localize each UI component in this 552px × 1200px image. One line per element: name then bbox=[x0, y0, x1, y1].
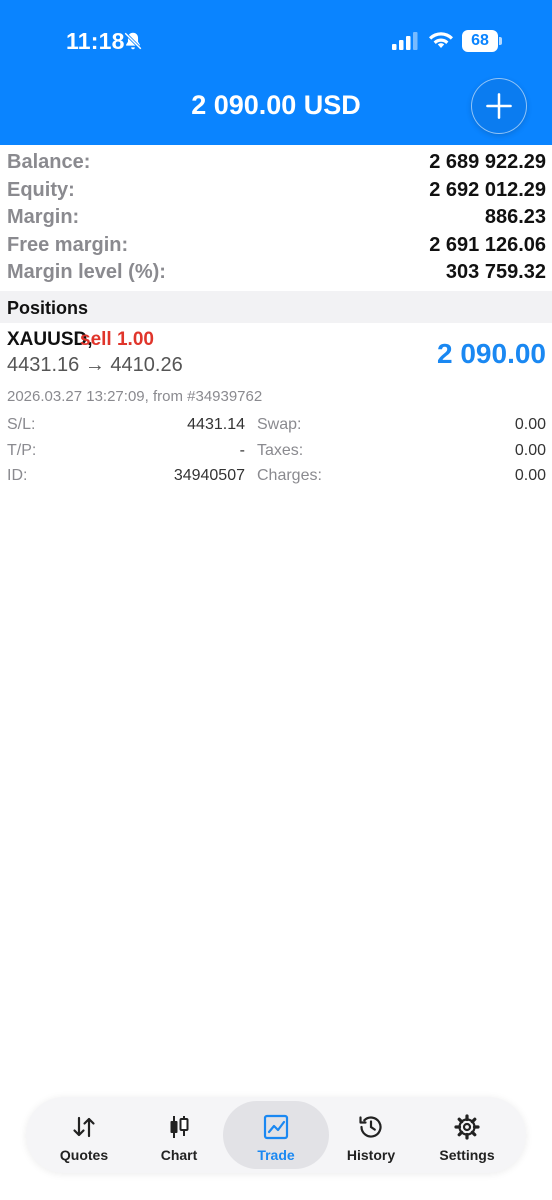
tab-quotes[interactable]: Quotes bbox=[34, 1101, 134, 1169]
balance-value: 2 689 922.29 bbox=[429, 151, 546, 173]
swap-value: 0.00 bbox=[514, 416, 546, 433]
plus-icon bbox=[486, 93, 512, 119]
tp-label: T/P: bbox=[7, 442, 37, 459]
margin-level-label: Margin level (%): bbox=[7, 261, 166, 283]
tab-history[interactable]: History bbox=[321, 1101, 421, 1169]
position-side: sell 1.00 bbox=[80, 329, 154, 350]
id-value: 34940507 bbox=[173, 467, 245, 484]
tab-quotes-label: Quotes bbox=[59, 1147, 109, 1163]
tab-chart[interactable]: Chart bbox=[129, 1101, 229, 1169]
free-margin-label: Free margin: bbox=[7, 233, 129, 256]
new-order-button[interactable] bbox=[471, 78, 527, 134]
account-summary: Balance: 2 689 922.29 Equity: 2 692 012.… bbox=[0, 149, 552, 287]
summary-row-margin: Margin: 886.23 bbox=[0, 204, 552, 232]
history-clock-icon bbox=[359, 1116, 382, 1138]
signal-icon bbox=[392, 32, 418, 50]
summary-row-equity: Equity: 2 692 012.29 bbox=[0, 177, 552, 205]
summary-row-free-margin: Free margin: 2 691 126.06 bbox=[0, 232, 552, 260]
tab-chart-label: Chart bbox=[160, 1147, 198, 1163]
taxes-label: Taxes: bbox=[257, 442, 304, 459]
battery-level: 68 bbox=[462, 30, 498, 52]
wifi-icon bbox=[429, 32, 453, 48]
trend-chart-icon bbox=[263, 1114, 289, 1140]
taxes-value: 0.00 bbox=[514, 442, 546, 459]
margin-level-value: 303 759.32 bbox=[445, 261, 546, 283]
tab-settings[interactable]: Settings bbox=[417, 1101, 517, 1169]
positions-section-header: Positions bbox=[0, 291, 552, 323]
margin-value: 886.23 bbox=[484, 206, 546, 228]
position-profit: 2 090.00 bbox=[437, 338, 546, 369]
status-time: 11:18 bbox=[66, 28, 125, 54]
candlestick-icon bbox=[170, 1116, 189, 1138]
charges-label: Charges: bbox=[257, 467, 322, 484]
tab-history-label: History bbox=[346, 1147, 396, 1163]
bottom-tab-bar: Quotes Chart Trade History Settings bbox=[26, 1097, 526, 1173]
tab-trade[interactable]: Trade bbox=[223, 1101, 329, 1169]
battery-tip bbox=[499, 37, 502, 45]
sl-value: 4431.14 bbox=[187, 416, 245, 433]
tp-value: - bbox=[239, 442, 245, 459]
position-item[interactable]: XAUUSD, sell 1.00 4431.16 → 4410.26 2 09… bbox=[0, 326, 552, 496]
equity-value: 2 692 012.29 bbox=[429, 178, 546, 201]
battery-indicator: 68 bbox=[462, 30, 502, 52]
free-margin-value: 2 691 126.06 bbox=[429, 233, 546, 256]
margin-label: Margin: bbox=[7, 206, 80, 228]
position-prices: 4431.16 → 4410.26 bbox=[7, 354, 183, 376]
tab-settings-label: Settings bbox=[439, 1147, 495, 1163]
summary-row-balance: Balance: 2 689 922.29 bbox=[0, 149, 552, 177]
position-open-time: 2026.03.27 13:27:09, from #34939762 bbox=[7, 388, 263, 405]
charges-value: 0.00 bbox=[514, 467, 546, 484]
swap-label: Swap: bbox=[257, 416, 302, 433]
positions-title: Positions bbox=[7, 298, 89, 318]
summary-row-margin-level: Margin level (%): 303 759.32 bbox=[0, 259, 552, 287]
gear-icon bbox=[454, 1114, 480, 1140]
id-label: ID: bbox=[7, 467, 28, 484]
tab-trade-label: Trade bbox=[257, 1147, 295, 1163]
equity-label: Equity: bbox=[7, 178, 75, 201]
profit-total-title: 2 090.00 USD bbox=[191, 90, 361, 120]
bell-off-icon bbox=[124, 32, 142, 50]
balance-label: Balance: bbox=[7, 151, 91, 173]
sort-arrows-icon bbox=[73, 1116, 95, 1138]
sl-label: S/L: bbox=[7, 416, 36, 433]
app-header: 11:18 68 2 090.00 USD bbox=[0, 0, 552, 145]
